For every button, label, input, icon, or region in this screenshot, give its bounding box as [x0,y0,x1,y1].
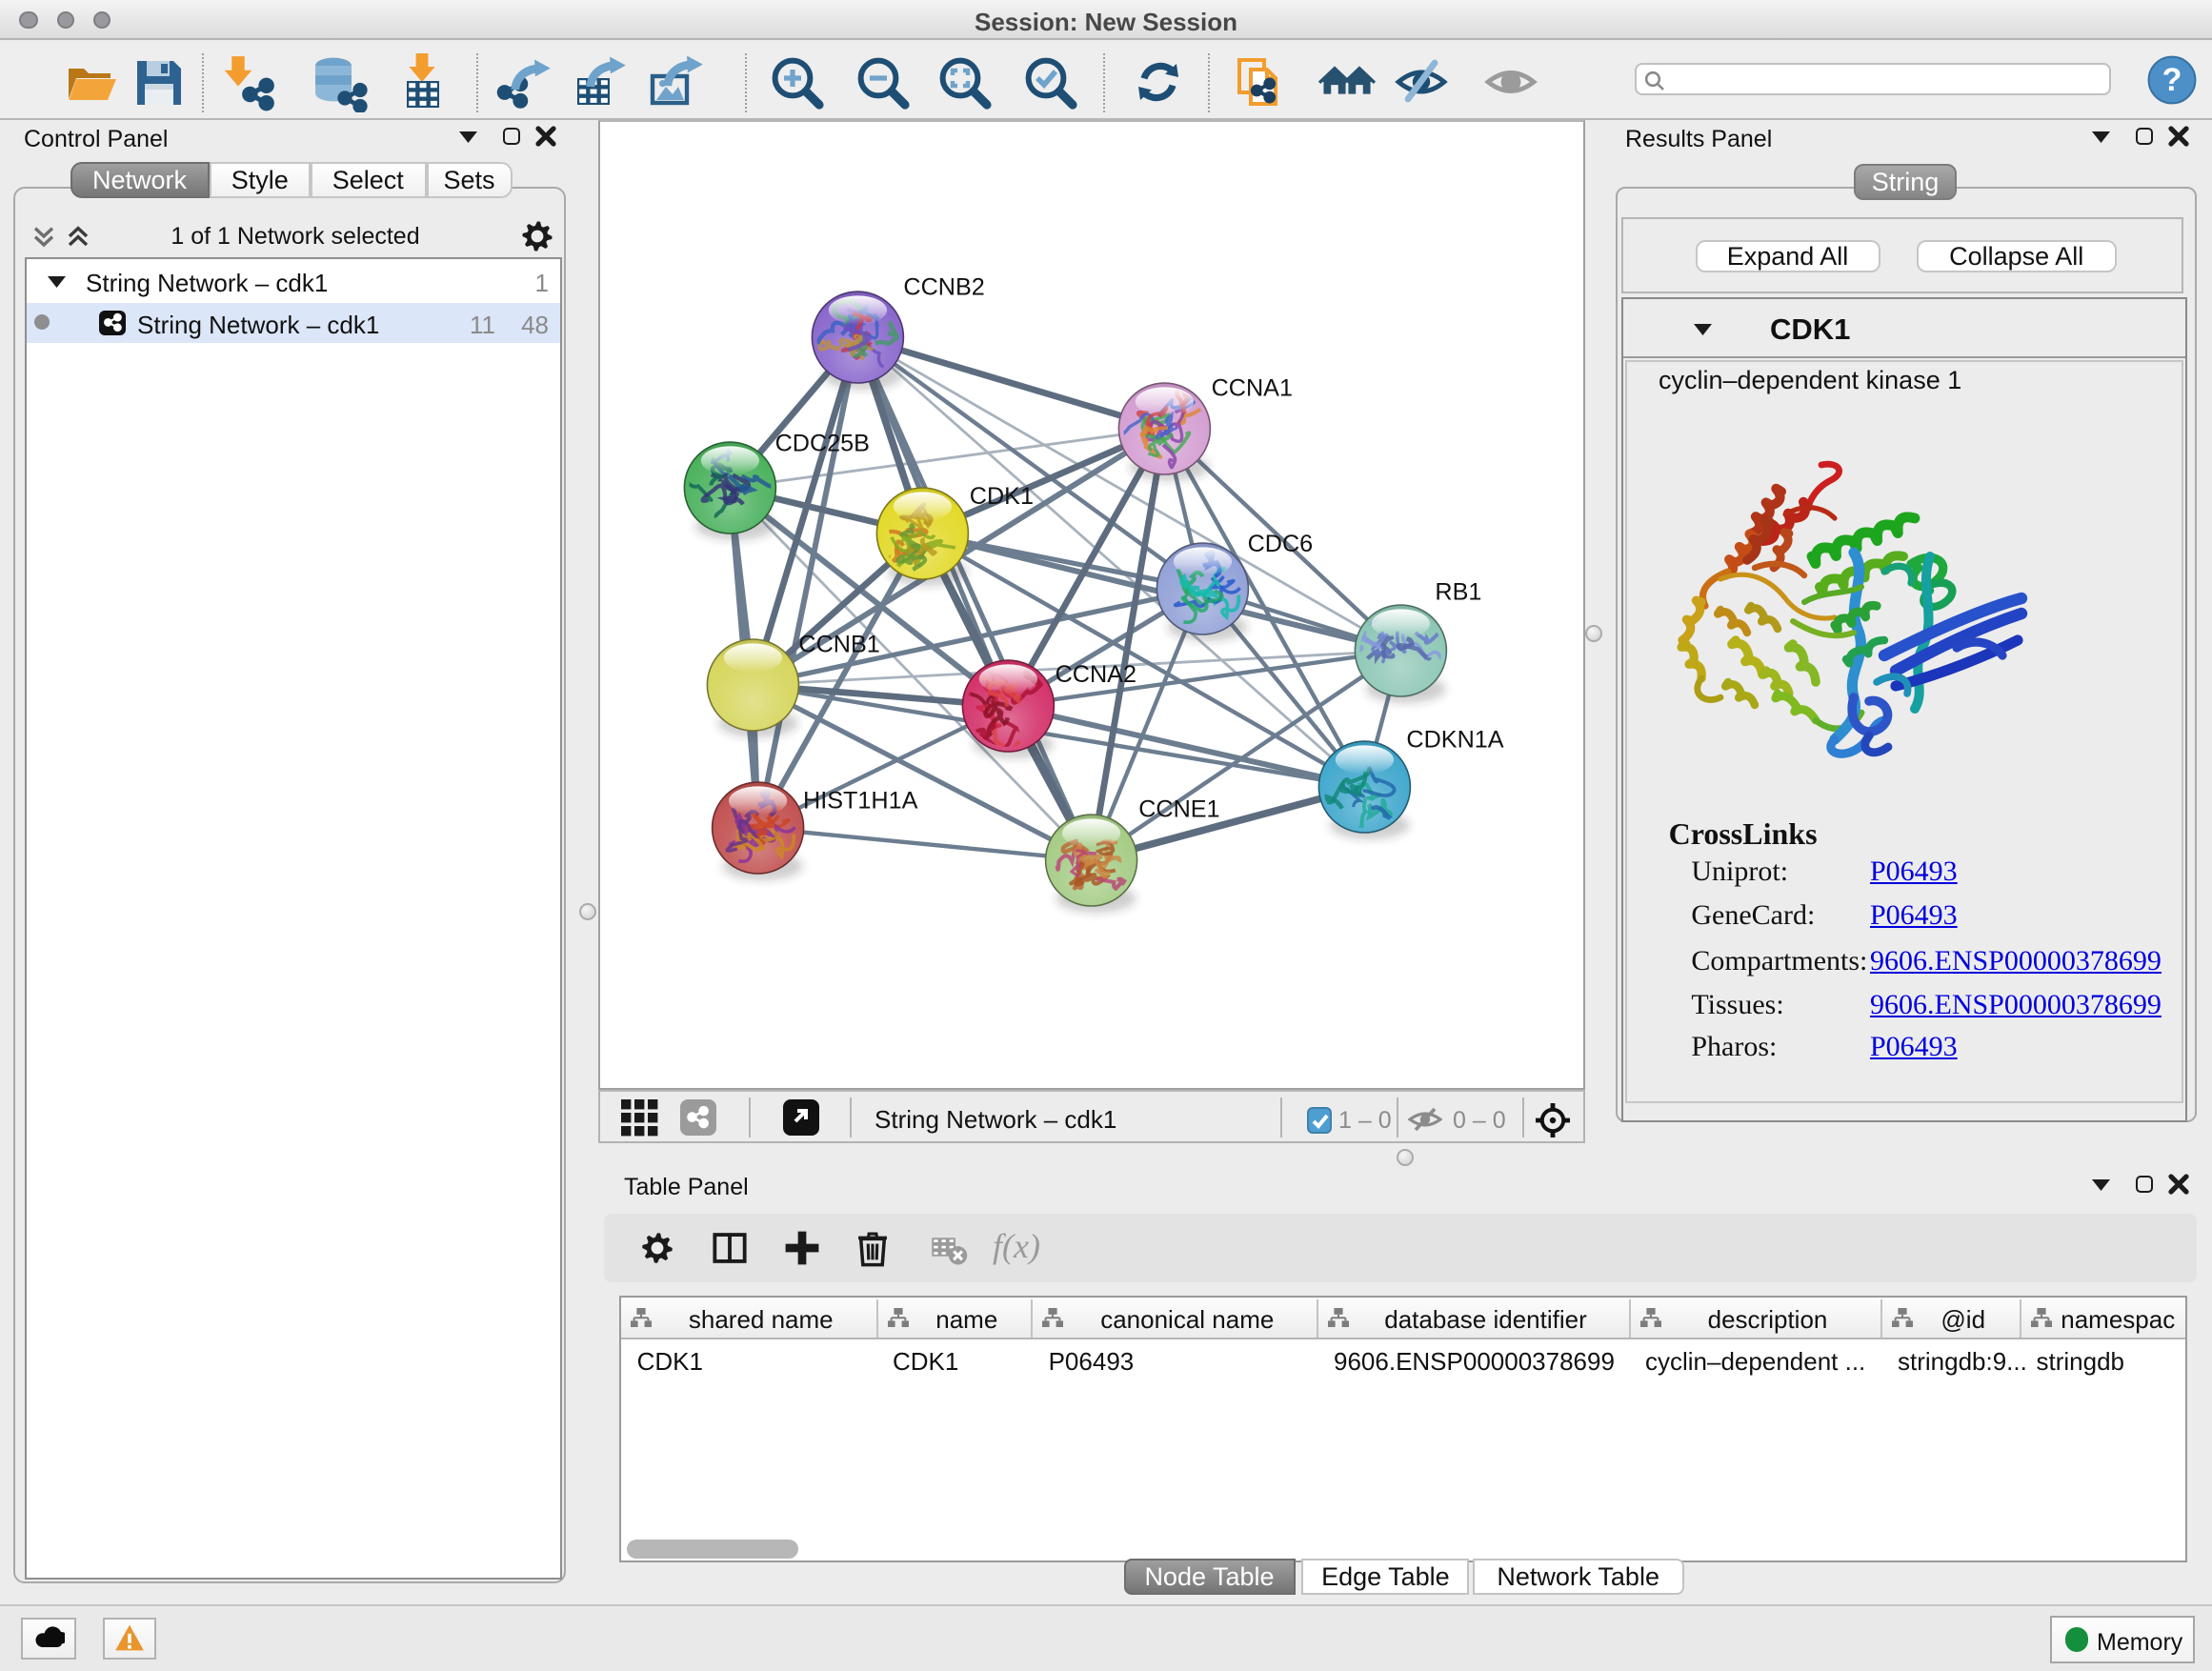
svg-text:CDC6: CDC6 [1248,530,1314,556]
svg-text:?: ? [2162,61,2182,97]
svg-text:CCNB1: CCNB1 [799,631,880,657]
svg-text:CDKN1A: CDKN1A [1407,725,1504,752]
svg-text:HIST1H1A: HIST1H1A [804,786,919,813]
svg-text:CCNA2: CCNA2 [1056,660,1136,687]
svg-text:CDC25B: CDC25B [775,429,870,455]
svg-text:CCNB2: CCNB2 [904,272,985,299]
svg-text:CDK1: CDK1 [970,482,1034,509]
svg-text:CCNA1: CCNA1 [1212,373,1293,400]
svg-text:RB1: RB1 [1436,577,1482,604]
svg-text:CCNE1: CCNE1 [1139,795,1220,821]
